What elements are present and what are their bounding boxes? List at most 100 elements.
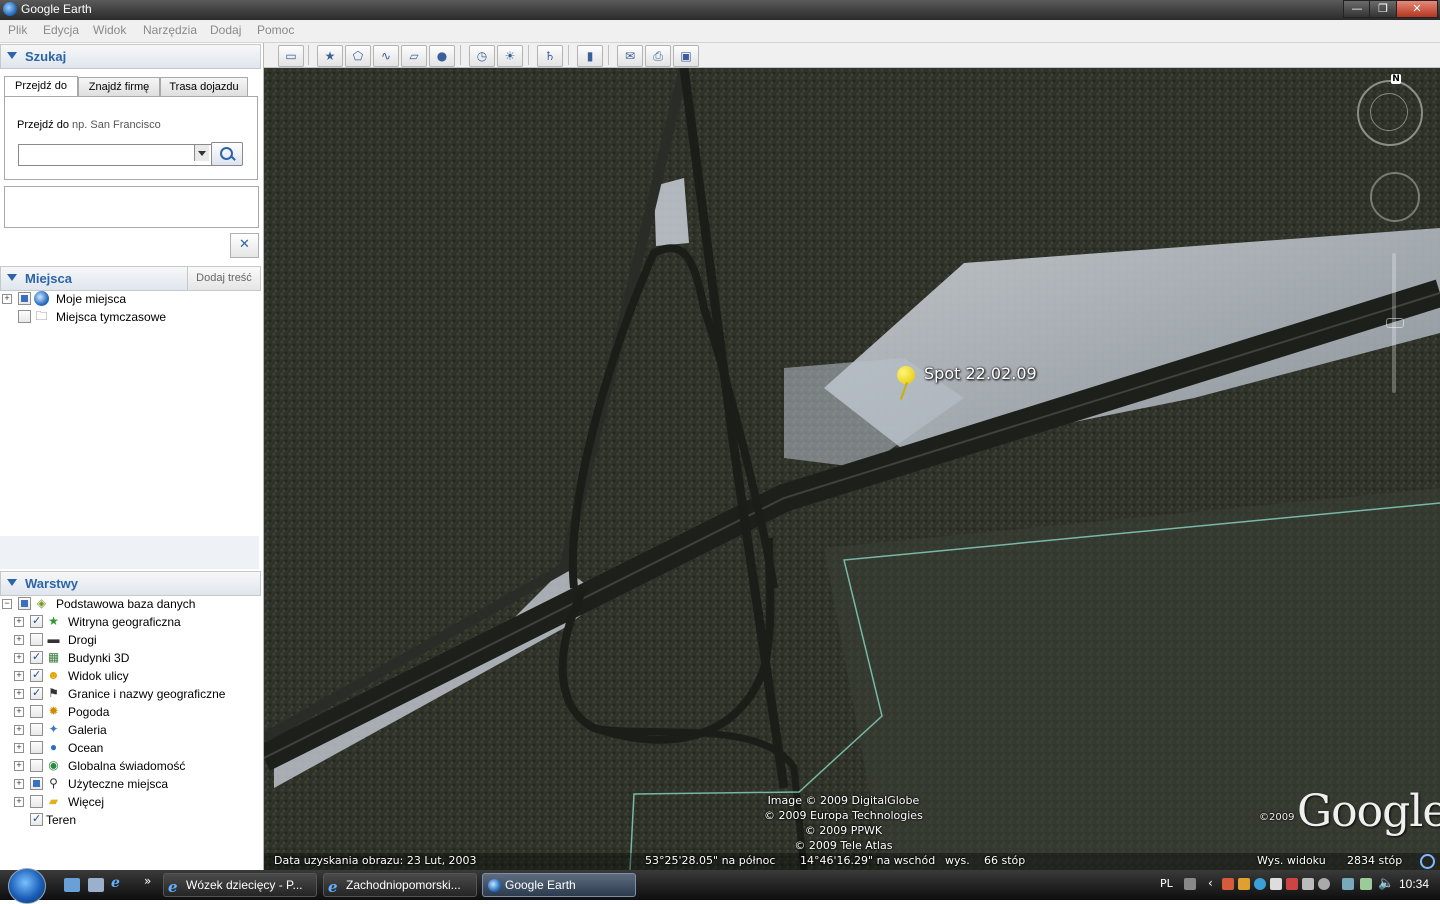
tray-app-icon[interactable] xyxy=(1238,878,1250,890)
layer-item[interactable]: + ▰ Więcej xyxy=(0,793,258,811)
placemark-label[interactable]: Spot 22.02.09 xyxy=(924,364,1037,383)
add-overlay-button[interactable]: ▱ xyxy=(401,45,427,67)
menu-pomoc[interactable]: Pomoc xyxy=(257,23,294,37)
print-button[interactable]: ⎙ xyxy=(645,45,671,67)
menu-widok[interactable]: Widok xyxy=(93,23,126,37)
search-button[interactable] xyxy=(211,142,243,166)
checkbox[interactable] xyxy=(30,612,43,630)
layer-item[interactable]: + ▬ Drogi xyxy=(0,631,258,649)
expand-toggle[interactable]: + xyxy=(2,294,12,304)
zoom-slider-thumb[interactable] xyxy=(1386,318,1404,328)
look-joystick[interactable] xyxy=(1370,93,1408,131)
search-input[interactable] xyxy=(18,144,214,166)
menu-narzedzia[interactable]: Narzędzia xyxy=(143,23,197,37)
checkbox[interactable] xyxy=(30,633,43,646)
quick-launch-more[interactable]: » xyxy=(144,874,151,888)
menu-plik[interactable]: Plik xyxy=(8,23,27,37)
save-image-button[interactable]: ▣ xyxy=(673,45,699,67)
checkbox[interactable] xyxy=(30,705,43,718)
checkbox[interactable] xyxy=(30,741,43,754)
menu-dodaj[interactable]: Dodaj xyxy=(210,23,241,37)
move-joystick[interactable] xyxy=(1370,172,1420,222)
tray-app-icon[interactable] xyxy=(1286,878,1298,890)
checkbox[interactable] xyxy=(18,310,31,323)
sidebar-toggle-button[interactable]: ▭ xyxy=(278,45,304,67)
record-tour-button[interactable]: ● xyxy=(429,45,455,67)
taskbar-button[interactable]: e Zachodniopomorski... xyxy=(323,873,477,897)
layer-item[interactable]: + ✦ Galeria xyxy=(0,721,258,739)
layer-item[interactable]: + ★ Witryna geograficzna xyxy=(0,612,258,631)
checkbox[interactable] xyxy=(30,666,43,684)
compass-north-indicator[interactable]: N xyxy=(1391,74,1401,84)
add-placemark-button[interactable]: ★ xyxy=(317,45,343,67)
add-path-button[interactable]: ∿ xyxy=(373,45,399,67)
layer-item[interactable]: + ⚲ Użyteczne miejsca xyxy=(0,775,258,793)
layer-item[interactable]: + ◉ Globalna świadomość xyxy=(0,757,258,775)
expand-toggle[interactable]: + xyxy=(14,761,24,771)
historical-imagery-button[interactable]: ◷ xyxy=(469,45,495,67)
layers-section-header[interactable]: Warstwy xyxy=(0,571,261,596)
ruler-button[interactable]: ▮ xyxy=(577,45,603,67)
keyboard-icon[interactable] xyxy=(1184,878,1196,890)
taskbar-button[interactable]: e Wózek dziecięcy - P... xyxy=(163,873,317,897)
places-item-temporary[interactable]: 🗀 Miejsca tymczasowe xyxy=(0,308,258,326)
language-indicator[interactable]: PL xyxy=(1160,877,1173,890)
expand-toggle[interactable]: + xyxy=(14,617,24,627)
layer-item[interactable]: + ☻ Widok ulicy xyxy=(0,666,258,685)
map-view[interactable]: Spot 22.02.09 N Image © 2009 DigitalGlob… xyxy=(264,68,1440,870)
checkbox[interactable] xyxy=(30,648,43,666)
clock[interactable]: 10:34 xyxy=(1399,877,1429,891)
expand-toggle[interactable]: + xyxy=(14,725,24,735)
expand-toggle[interactable]: + xyxy=(14,689,24,699)
tray-app-icon[interactable] xyxy=(1254,878,1266,890)
search-section-header[interactable]: Szukaj xyxy=(0,44,261,69)
expand-toggle[interactable]: + xyxy=(14,779,24,789)
checkbox[interactable] xyxy=(30,684,43,702)
sunlight-button[interactable]: ☀ xyxy=(497,45,523,67)
checkbox[interactable] xyxy=(30,795,43,808)
layer-item[interactable]: Teren xyxy=(0,810,258,829)
volume-icon[interactable]: 🔈 xyxy=(1378,876,1394,891)
tray-expand-icon[interactable]: ‹ xyxy=(1208,876,1213,890)
ie-icon[interactable]: e xyxy=(111,875,127,891)
add-content-button[interactable]: Dodaj treść xyxy=(187,267,260,290)
expand-toggle[interactable]: + xyxy=(14,797,24,807)
add-polygon-button[interactable]: ⬠ xyxy=(345,45,371,67)
checkbox[interactable] xyxy=(30,810,43,828)
safely-remove-icon[interactable] xyxy=(1360,878,1372,890)
layer-item[interactable]: + ✹ Pogoda xyxy=(0,703,258,721)
tray-app-icon[interactable] xyxy=(1318,878,1330,890)
menu-edycja[interactable]: Edycja xyxy=(43,23,79,37)
restore-button[interactable]: ❐ xyxy=(1369,0,1397,18)
expand-toggle[interactable]: + xyxy=(14,635,24,645)
close-button[interactable]: ✕ xyxy=(1396,0,1438,18)
expand-toggle[interactable]: + xyxy=(14,671,24,681)
layer-item[interactable]: + ⚑ Granice i nazwy geograficzne xyxy=(0,684,258,703)
collapse-toggle[interactable]: − xyxy=(2,599,12,609)
expand-toggle[interactable]: + xyxy=(14,743,24,753)
checkbox[interactable] xyxy=(30,759,43,772)
layer-item[interactable]: + ● Ocean xyxy=(0,739,258,757)
checkbox[interactable] xyxy=(18,597,31,610)
start-button[interactable] xyxy=(8,868,46,904)
email-button[interactable]: ✉ xyxy=(617,45,643,67)
network-icon[interactable] xyxy=(1342,878,1354,890)
tray-app-icon[interactable] xyxy=(1302,878,1314,890)
places-section-header[interactable]: Miejsca Dodaj treść xyxy=(0,266,261,291)
switch-sky-button[interactable]: ♄ xyxy=(537,45,563,67)
checkbox[interactable] xyxy=(30,723,43,736)
taskbar-button[interactable]: Google Earth xyxy=(482,873,636,897)
checkbox[interactable] xyxy=(18,292,31,305)
tray-app-icon[interactable] xyxy=(1222,878,1234,890)
switch-windows-icon[interactable] xyxy=(88,878,104,892)
places-item-my-places[interactable]: + Moje miejsca xyxy=(0,290,258,308)
expand-toggle[interactable]: + xyxy=(14,653,24,663)
tray-app-icon[interactable] xyxy=(1270,878,1282,890)
layer-root[interactable]: − ◈ Podstawowa baza danych xyxy=(0,595,258,613)
show-desktop-icon[interactable] xyxy=(64,878,80,892)
search-history-dropdown[interactable] xyxy=(194,145,209,161)
clear-search-button[interactable]: ✕ xyxy=(230,233,259,258)
panel-resize-band[interactable] xyxy=(0,536,259,569)
checkbox[interactable] xyxy=(30,777,43,790)
minimize-button[interactable]: — xyxy=(1343,0,1371,18)
